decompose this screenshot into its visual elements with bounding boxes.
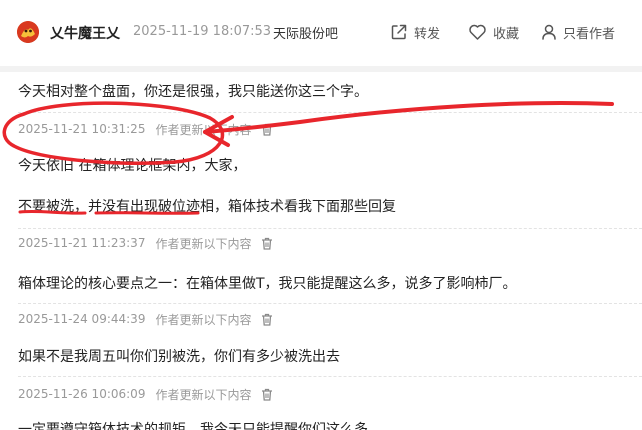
heart-icon [469, 24, 486, 40]
post-timestamp: 2025-11-19 18:07:53 [133, 24, 272, 39]
delete-icon[interactable] [261, 237, 273, 250]
update-label: 作者更新以下内容 [155, 312, 252, 327]
author-name[interactable]: 乂牛魔王乂 [50, 23, 120, 43]
update-label: 作者更新以下内容 [155, 122, 252, 137]
author-only-label: 只看作者 [563, 26, 616, 42]
update-meta: 2025-11-21 10:31:25 作者更新以下内容 [18, 120, 273, 138]
forum-link[interactable]: 天际股份吧 [273, 23, 338, 42]
update-timestamp: 2025-11-24 09:44:39 [18, 312, 146, 326]
update-timestamp: 2025-11-26 10:06:09 [18, 387, 146, 401]
avatar-image [17, 21, 39, 43]
delete-icon[interactable] [261, 388, 273, 401]
post-text: 箱体理论的核心要点之一：在箱体里做T，我只能提醒这么多，说多了影响柿厂。 [18, 276, 517, 292]
update-timestamp: 2025-11-21 10:31:25 [18, 122, 146, 136]
share-icon [391, 24, 407, 40]
update-divider [18, 228, 642, 229]
update-divider [18, 303, 642, 304]
post-text: 今天相对整个盘面，你还是很强，我只能送你这三个字。 [18, 84, 368, 100]
user-avatar[interactable] [17, 21, 39, 43]
person-icon [542, 24, 556, 40]
favorite-button[interactable]: 收藏 [468, 21, 519, 43]
post-text: 不要被洗，并没有出现破位迹相，箱体技术看我下面那些回复 [18, 199, 396, 215]
update-timestamp: 2025-11-21 11:23:37 [18, 236, 146, 250]
update-divider [18, 376, 642, 377]
post-text: 一定要遵守箱体技术的规矩，我今天只能提醒你们这么多 [18, 422, 368, 430]
delete-icon[interactable] [261, 313, 273, 326]
post-page: 乂牛魔王乂 2025-11-19 18:07:53 天际股份吧 转发 收藏 只看… [0, 0, 642, 430]
share-button[interactable]: 转发 [390, 21, 440, 43]
author-only-button[interactable]: 只看作者 [541, 21, 615, 43]
post-header: 乂牛魔王乂 2025-11-19 18:07:53 天际股份吧 转发 收藏 只看… [0, 0, 642, 66]
update-meta: 2025-11-26 10:06:09 作者更新以下内容 [18, 385, 273, 403]
update-divider [18, 112, 642, 113]
delete-icon[interactable] [261, 123, 273, 136]
update-label: 作者更新以下内容 [155, 236, 252, 251]
post-text: 如果不是我周五叫你们别被洗，你们有多少被洗出去 [18, 349, 340, 365]
update-label: 作者更新以下内容 [155, 387, 252, 402]
share-label: 转发 [414, 26, 441, 42]
post-text: 今天依旧 在箱体理论框架内，大家， [18, 158, 247, 174]
update-meta: 2025-11-21 11:23:37 作者更新以下内容 [18, 234, 273, 252]
header-divider [0, 66, 642, 72]
favorite-label: 收藏 [493, 26, 520, 42]
update-meta: 2025-11-24 09:44:39 作者更新以下内容 [18, 310, 273, 328]
